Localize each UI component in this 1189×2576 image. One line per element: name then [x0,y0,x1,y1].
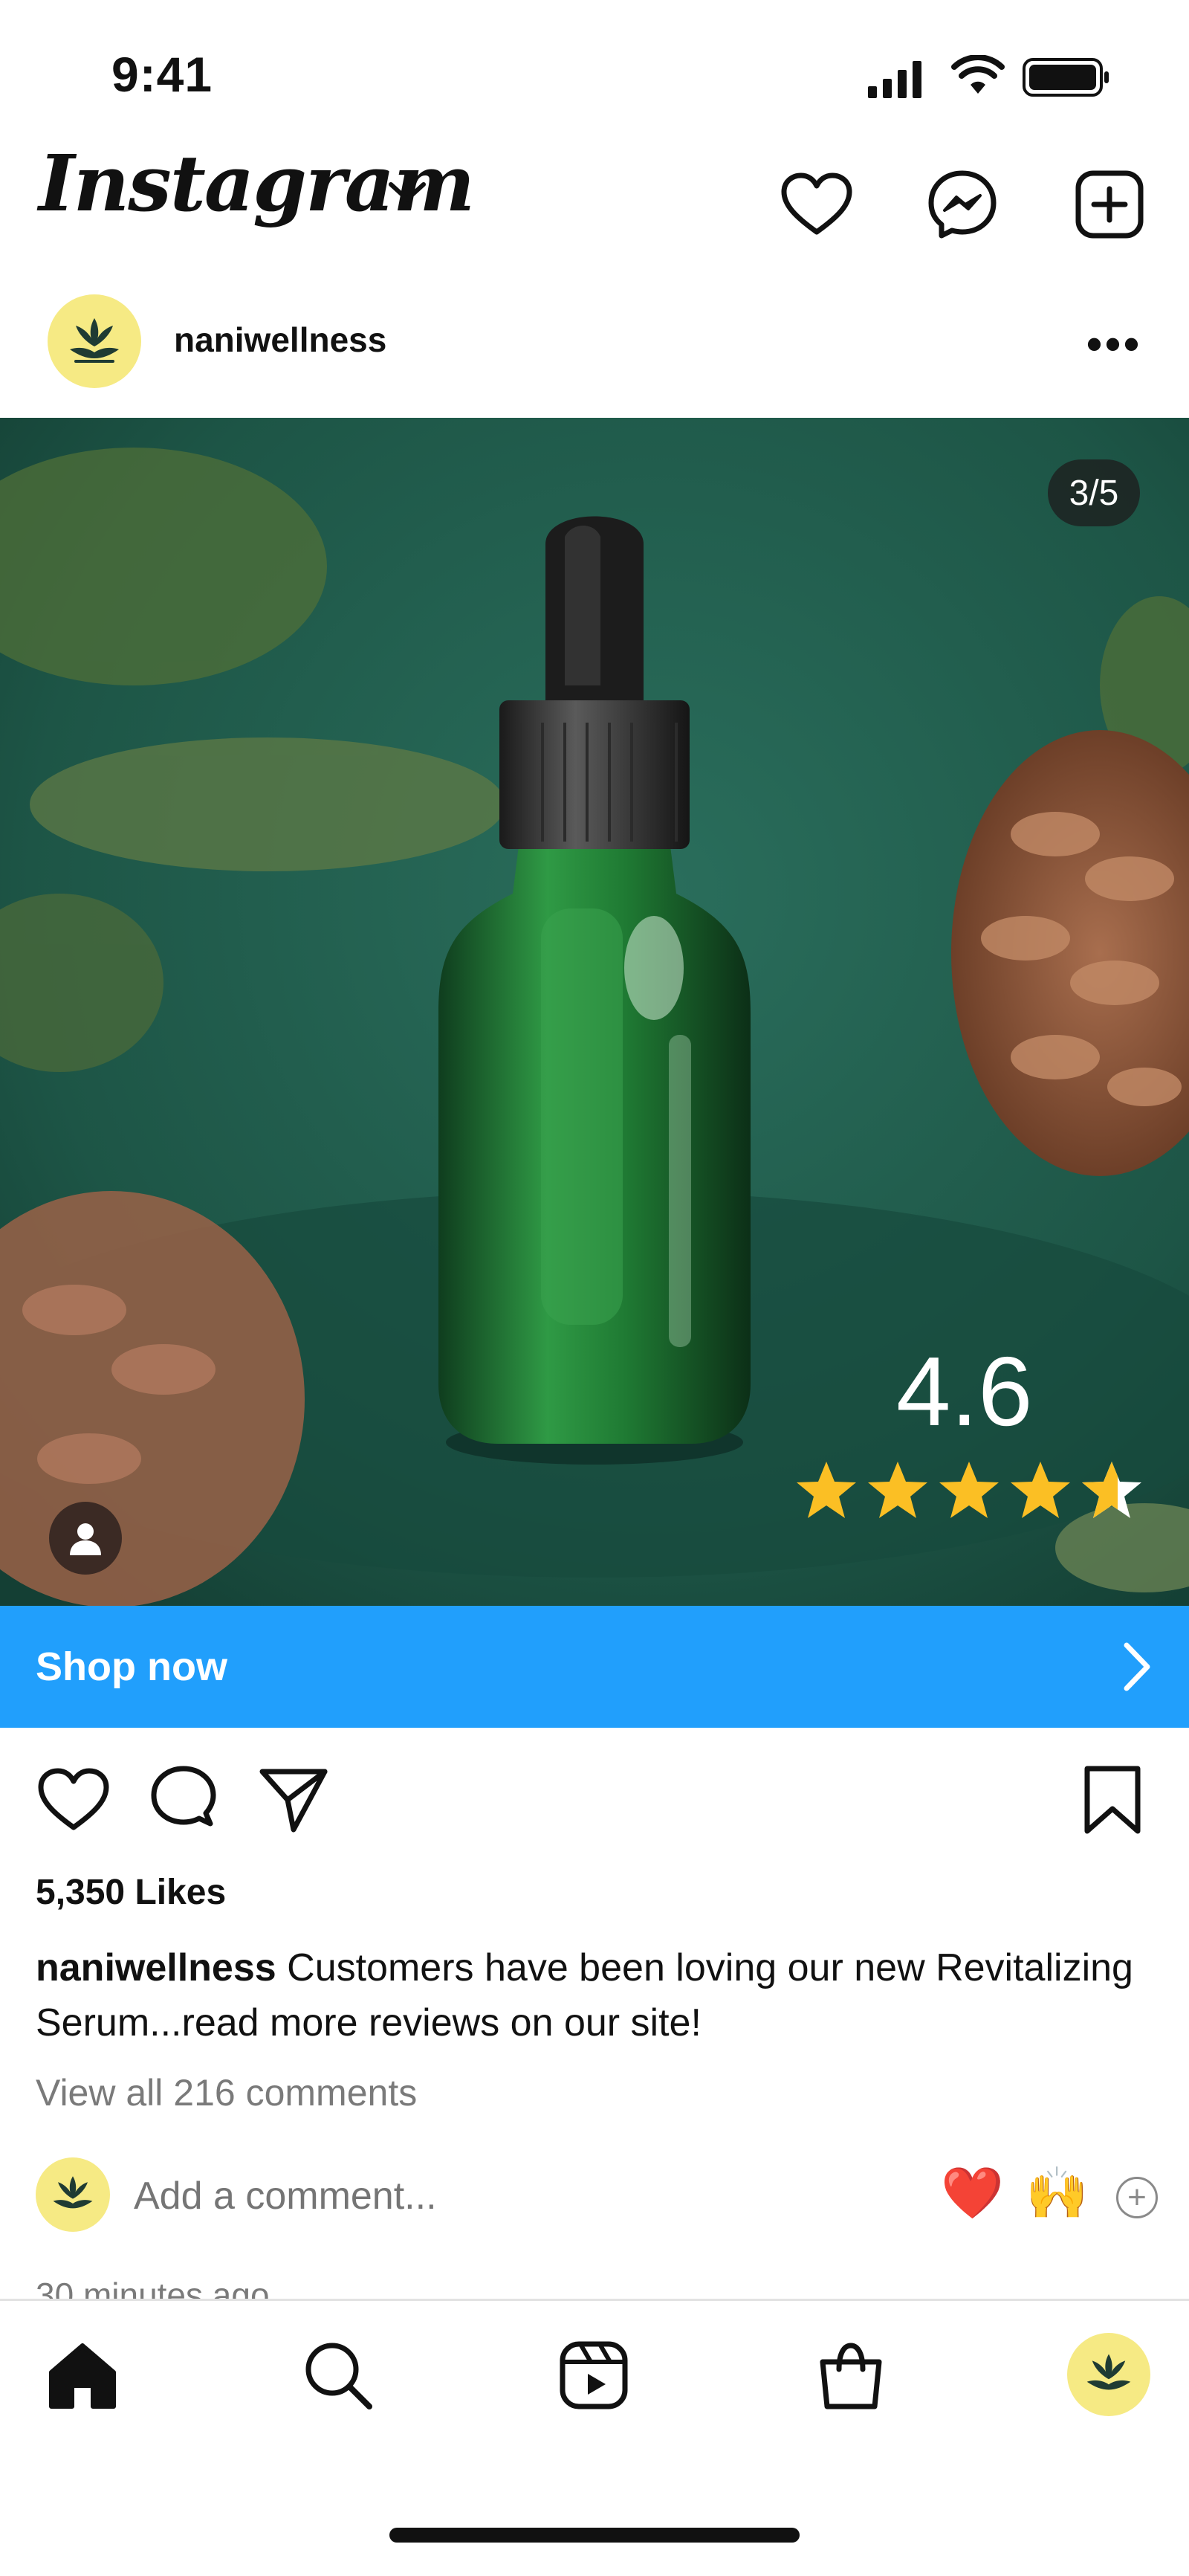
add-comment-input[interactable] [134,2174,803,2218]
star-icon [868,1462,927,1518]
bookmark-icon[interactable] [1072,1759,1153,1841]
create-post-icon[interactable] [1069,164,1150,245]
tab-profile-avatar[interactable] [1067,2333,1150,2416]
star-half-icon [1082,1462,1141,1518]
tagged-user-icon[interactable] [49,1502,122,1575]
wifi-icon [951,54,1005,100]
shop-now-label: Shop now [36,1644,227,1689]
lotus-logo-icon [1086,2354,1131,2390]
likes-count[interactable]: 5,350 Likes [36,1872,226,1913]
lotus-logo-icon [70,318,119,363]
more-options-icon[interactable]: ••• [1086,318,1142,369]
status-time: 9:41 [111,47,213,102]
quick-emoji-heart[interactable]: ❤️ [941,2163,1004,2223]
view-all-comments-link[interactable]: View all 216 comments [36,2071,417,2114]
notifications-heart-icon[interactable] [776,164,858,245]
lotus-logo-icon [53,2176,93,2209]
add-emoji-icon[interactable]: + [1116,2177,1158,2218]
tab-shop-icon[interactable] [810,2334,892,2416]
share-send-icon[interactable] [253,1759,334,1841]
chevron-down-icon[interactable] [386,178,428,209]
tab-search-icon[interactable] [297,2334,379,2416]
battery-icon [1023,57,1112,102]
star-icon [939,1462,999,1518]
shop-now-button[interactable]: Shop now [0,1606,1189,1728]
comment-icon[interactable] [143,1759,224,1841]
home-indicator[interactable] [389,2528,800,2543]
comment-avatar [36,2157,110,2232]
rating-value: 4.6 [896,1337,1033,1446]
messenger-icon[interactable] [921,164,1003,245]
post-avatar[interactable] [48,294,141,388]
rating-stars [794,1459,1144,1521]
quick-emoji-raised-hands[interactable]: 🙌 [1026,2163,1089,2223]
like-heart-icon[interactable] [33,1759,114,1841]
post-caption: naniwellness Customers have been loving … [36,1940,1150,2050]
post-username[interactable]: naniwellness [174,320,386,360]
caption-username[interactable]: naniwellness [36,1946,276,1989]
star-icon [797,1462,856,1518]
chevron-right-icon [1124,1642,1150,1691]
signal-icon [868,59,927,102]
image-counter-badge: 3/5 [1048,459,1140,526]
tab-home-icon[interactable] [42,2334,123,2416]
tab-reels-icon[interactable] [553,2334,635,2416]
star-icon [1011,1462,1070,1518]
